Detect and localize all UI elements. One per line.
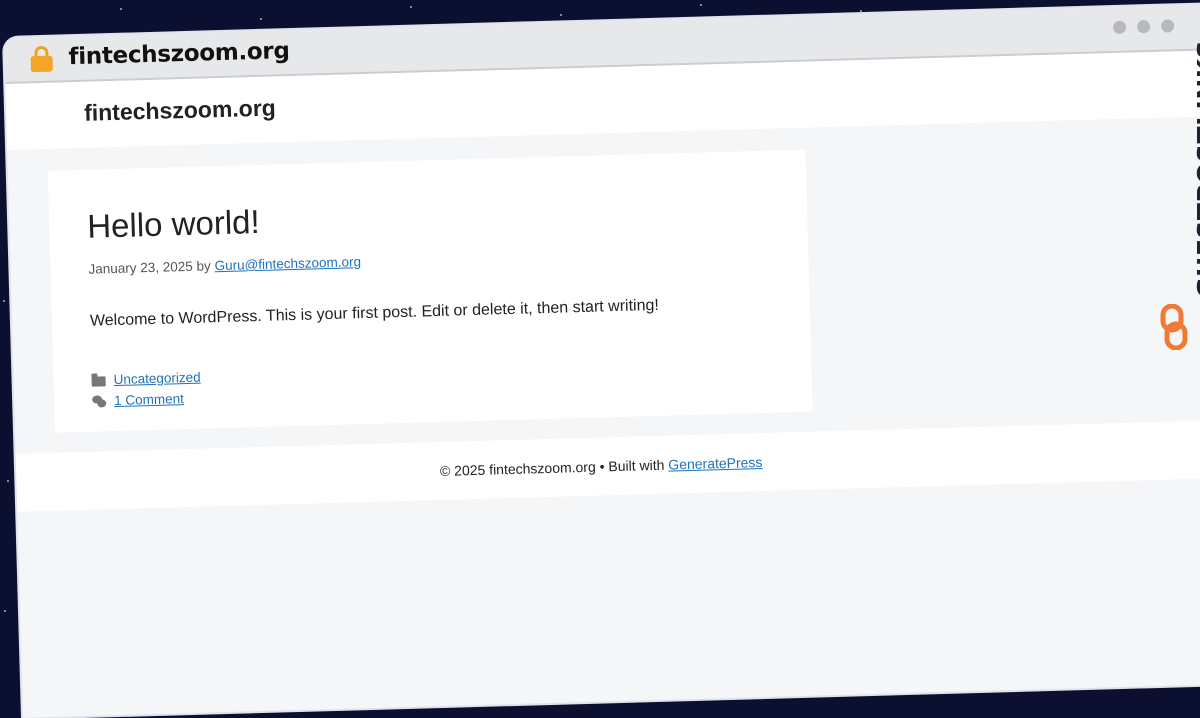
footer-theme-link[interactable]: GeneratePress <box>668 454 763 473</box>
post-card: Hello world! January 23, 2025 by Guru@fi… <box>47 149 813 433</box>
folder-icon <box>91 375 106 387</box>
post-by-label: by <box>196 258 212 274</box>
post-comments-row: 1 Comment <box>92 391 184 409</box>
post-excerpt: Welcome to WordPress. This is your first… <box>89 296 660 330</box>
watermark: GUESTPOSTLINKS <box>1158 40 1200 358</box>
window-controls <box>1112 19 1175 35</box>
window-dot-icon[interactable] <box>1160 19 1175 33</box>
site-footer: © 2025 fintechszoom.org • Built with Gen… <box>15 420 1200 512</box>
lock-icon <box>30 45 53 73</box>
post-category-row: Uncategorized <box>91 370 201 388</box>
post-meta: January 23, 2025 by Guru@fintechszoom.or… <box>88 254 361 277</box>
watermark-text: GUESTPOSTLINKS <box>1192 39 1200 298</box>
comments-icon <box>92 394 107 408</box>
window-dot-icon[interactable] <box>1136 19 1151 34</box>
site-title[interactable]: fintechszoom.org <box>84 94 276 126</box>
browser-window: fintechszoom.org fintechszoom.org Hello … <box>4 4 1200 718</box>
category-link[interactable]: Uncategorized <box>113 370 200 387</box>
footer-copyright: © 2025 fintechszoom.org • Built with <box>439 456 665 479</box>
chain-link-icon <box>1160 304 1188 350</box>
post-date: January 23, 2025 <box>88 258 194 277</box>
post-author-link[interactable]: Guru@fintechszoom.org <box>214 254 361 273</box>
comments-link[interactable]: 1 Comment <box>114 391 184 408</box>
url-text[interactable]: fintechszoom.org <box>68 38 290 70</box>
post-title[interactable]: Hello world! <box>87 203 260 246</box>
window-dot-icon[interactable] <box>1112 20 1127 35</box>
